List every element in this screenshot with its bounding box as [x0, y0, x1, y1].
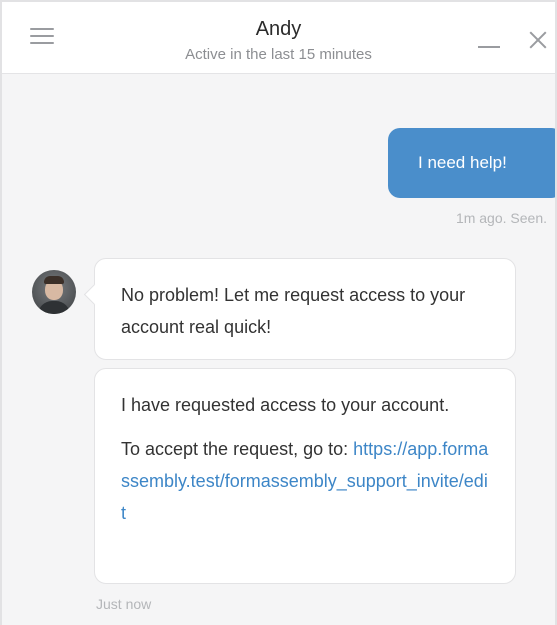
agent-name: Andy	[255, 18, 302, 40]
incoming-message-bubble: No problem! Let me request access to you…	[94, 258, 516, 360]
incoming-message-bubble: I have requested access to your account.…	[94, 368, 516, 584]
chat-window: Andy Active in the last 15 minutes I nee…	[0, 0, 557, 625]
outgoing-message-text: I need help!	[418, 153, 507, 172]
link-intro-text: To accept the request, go to:	[121, 439, 349, 459]
close-icon[interactable]	[528, 30, 548, 50]
incoming-message-text: I have requested access to your account.	[121, 395, 450, 415]
incoming-message-text: No problem! Let me request access to you…	[121, 285, 466, 337]
outgoing-message-status: 1m ago. Seen.	[455, 210, 547, 226]
chat-header: Andy Active in the last 15 minutes	[2, 2, 555, 74]
incoming-message-link-block: To accept the request, go to: https://ap…	[121, 433, 489, 529]
agent-avatar	[32, 270, 76, 314]
agent-status: Active in the last 15 minutes	[185, 46, 372, 63]
incoming-message-timestamp: Just now	[96, 596, 152, 612]
outgoing-message-bubble: I need help!	[388, 128, 555, 198]
minimize-icon[interactable]	[478, 46, 500, 48]
